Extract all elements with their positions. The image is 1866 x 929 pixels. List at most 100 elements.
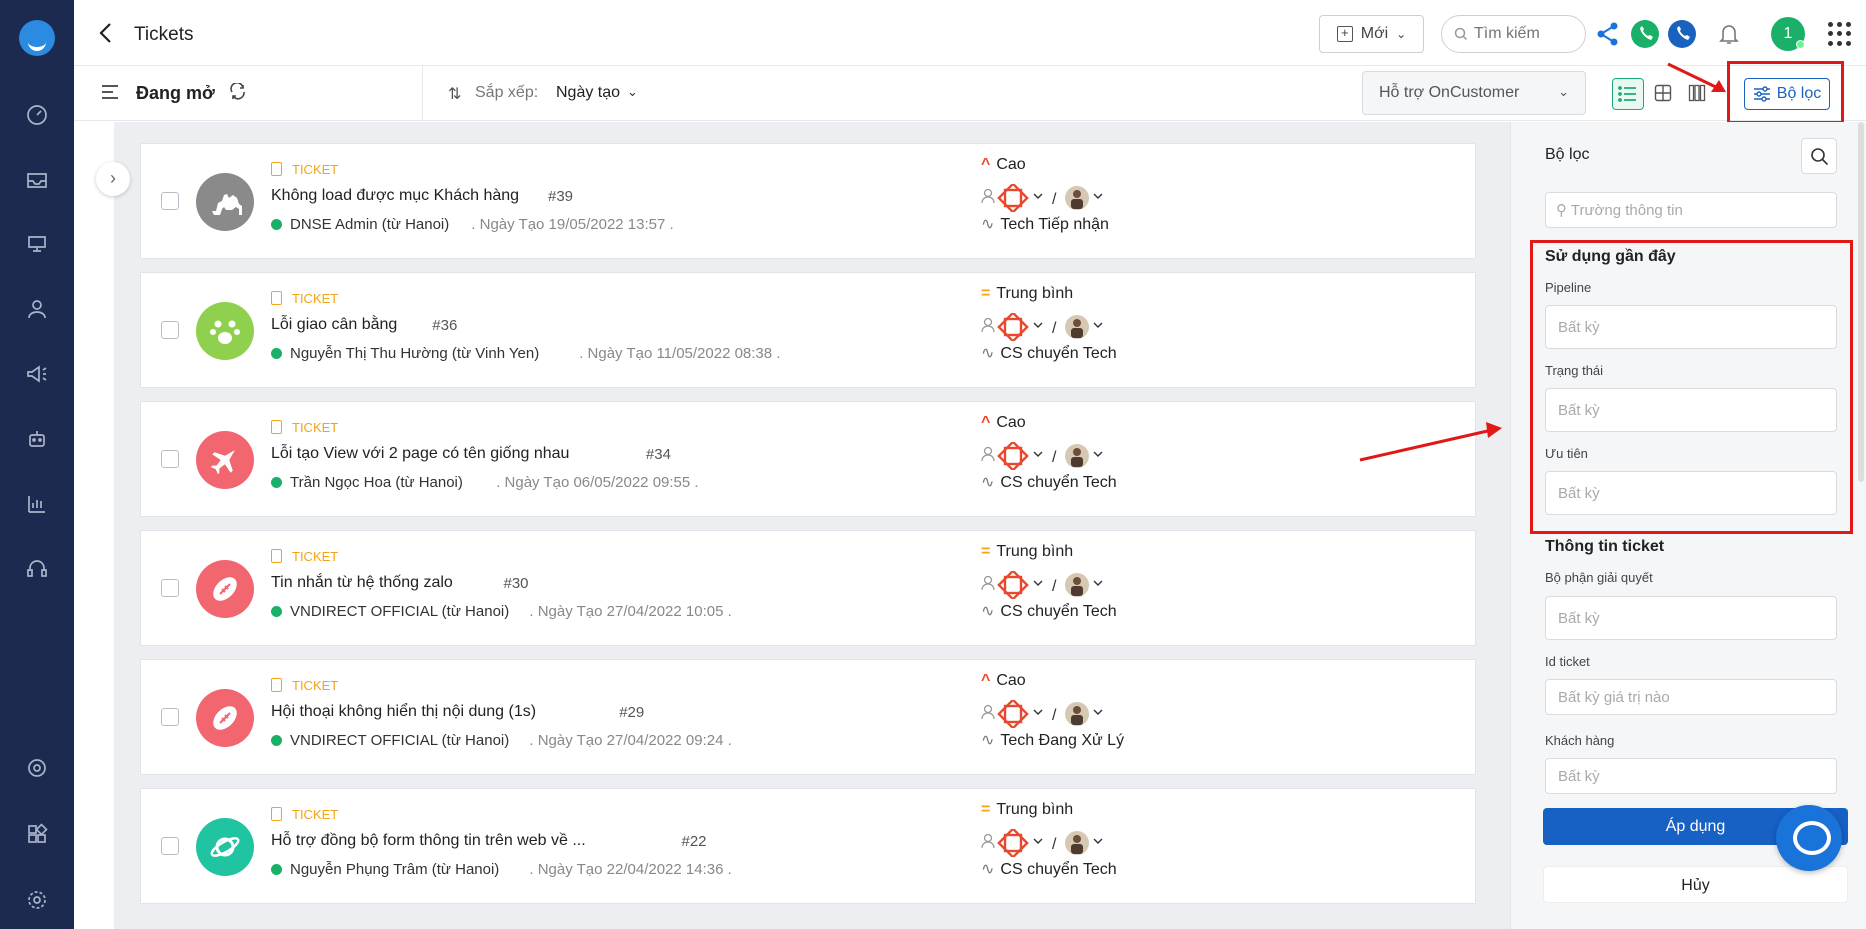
ticket-customer[interactable]: DNSE Admin (từ Hanoi) <box>271 216 449 233</box>
app-launcher-icon[interactable] <box>1828 22 1852 46</box>
tickets-icon[interactable] <box>25 232 49 256</box>
sort-value[interactable]: Ngày tạo <box>556 84 620 102</box>
ticket-card[interactable]: TICKET Lỗi tạo View với 2 page có tên gi… <box>140 401 1476 517</box>
ticket-priority[interactable]: Trung bình <box>981 285 1073 303</box>
chat-widget-icon[interactable] <box>1776 805 1842 871</box>
id-ticket-placeholder: Bất kỳ giá trị nào <box>1558 689 1670 706</box>
contacts-icon[interactable] <box>25 297 49 321</box>
ticket-stage[interactable]: CS chuyển Tech <box>981 859 1116 879</box>
ticket-checkbox[interactable] <box>161 192 179 210</box>
ticket-number: #36 <box>432 317 458 334</box>
back-arrow-icon[interactable] <box>96 22 116 44</box>
ticket-card[interactable]: TICKET Không load được mục Khách hàng #3… <box>140 143 1476 259</box>
search-icon: ⚲ <box>1556 202 1567 219</box>
call-icon[interactable] <box>1631 20 1659 48</box>
ticket-avatar <box>196 818 254 876</box>
share-icon[interactable] <box>1594 20 1622 48</box>
support-icon[interactable] <box>25 557 49 581</box>
ticket-number: #34 <box>645 446 671 463</box>
ticket-stage[interactable]: CS chuyển Tech <box>981 343 1116 363</box>
settings-icon[interactable] <box>25 888 49 912</box>
agent-avatar <box>1065 702 1089 726</box>
ticket-assignment[interactable]: / <box>981 440 1131 472</box>
filter-search-button[interactable] <box>1801 138 1837 174</box>
chevron-down-icon <box>1033 322 1043 328</box>
ticket-customer[interactable]: Trần Ngọc Hoa (từ Hanoi) <box>271 474 463 491</box>
inbox-icon[interactable] <box>25 168 49 192</box>
ticket-type: TICKET <box>271 291 338 306</box>
report-icon[interactable] <box>25 492 49 516</box>
phone-icon[interactable] <box>1668 20 1696 48</box>
ticket-title[interactable]: Tin nhắn từ hệ thống zalo <box>271 574 453 592</box>
field-search-input[interactable]: ⚲ Trường thông tin <box>1545 192 1837 228</box>
ticket-stage[interactable]: CS chuyển Tech <box>981 601 1116 621</box>
ticket-priority[interactable]: Cao <box>981 672 1025 690</box>
view-toolbar: Đang mở ⇅ Sắp xếp: Ngày tạo ⌄ Hỗ trợ OnC… <box>74 66 1866 121</box>
chevron-down-icon: ⌄ <box>1396 27 1407 41</box>
ticket-assignment[interactable]: / <box>981 311 1131 343</box>
ticket-checkbox[interactable] <box>161 450 179 468</box>
chevron-down-icon <box>1033 838 1043 844</box>
integration-icon[interactable] <box>25 756 49 780</box>
ticket-assignment[interactable]: / <box>981 569 1131 601</box>
ticket-checkbox[interactable] <box>161 321 179 339</box>
search-box[interactable] <box>1441 15 1586 53</box>
customer-field[interactable]: Bất kỳ <box>1545 758 1837 794</box>
ticket-customer[interactable]: VNDIRECT OFFICIAL (từ Hanoi) <box>271 603 509 620</box>
user-avatar[interactable]: 1 <box>1771 17 1805 51</box>
new-button[interactable]: + Mới ⌄ <box>1319 15 1424 53</box>
chevron-down-icon <box>1033 709 1043 715</box>
search-icon <box>1811 148 1829 166</box>
ticket-card[interactable]: TICKET Lỗi giao cân bằng #36 Nguyễn Thị … <box>140 272 1476 388</box>
ticket-card[interactable]: TICKET Hội thoại không hiển thị nội dung… <box>140 659 1476 775</box>
chevron-down-icon[interactable]: ⌄ <box>627 84 638 100</box>
menu-icon[interactable] <box>102 85 118 99</box>
apps-icon[interactable] <box>25 822 49 846</box>
search-input[interactable] <box>1474 25 1574 43</box>
sort-icon[interactable]: ⇅ <box>448 84 461 104</box>
ticket-avatar <box>196 689 254 747</box>
app-logo[interactable] <box>19 20 55 56</box>
campaign-icon[interactable] <box>25 362 49 386</box>
ticket-title[interactable]: Hội thoại không hiển thị nội dung (1s) <box>271 703 536 721</box>
bell-icon[interactable] <box>1715 20 1743 48</box>
ticket-stage[interactable]: CS chuyển Tech <box>981 472 1116 492</box>
ticket-avatar <box>196 302 254 360</box>
id-ticket-field[interactable]: Bất kỳ giá trị nào <box>1545 679 1837 715</box>
chevron-down-icon <box>1033 580 1043 586</box>
ticket-assignment[interactable]: / <box>981 698 1131 730</box>
ticket-customer[interactable]: VNDIRECT OFFICIAL (từ Hanoi) <box>271 732 509 749</box>
ticket-customer[interactable]: Nguyễn Phụng Trâm (từ Hanoi) <box>271 861 499 878</box>
ticket-checkbox[interactable] <box>161 837 179 855</box>
ticket-title[interactable]: Lỗi tạo View với 2 page có tên giống nha… <box>271 445 569 463</box>
ticket-card[interactable]: TICKET Hỗ trợ đồng bộ form thông tin trê… <box>140 788 1476 904</box>
ticket-title[interactable]: Lỗi giao cân bằng <box>271 316 397 334</box>
ticket-assignment[interactable]: / <box>981 827 1131 859</box>
list-view-toggle[interactable] <box>1612 78 1644 110</box>
cancel-button[interactable]: Hủy <box>1543 866 1848 903</box>
filter-panel-scrollbar[interactable] <box>1858 122 1864 482</box>
ticket-assignment[interactable]: / <box>981 182 1131 214</box>
ticket-priority[interactable]: Trung bình <box>981 543 1073 561</box>
team-select[interactable]: Hỗ trợ OnCustomer ⌄ <box>1362 71 1586 115</box>
agent-group-icon <box>997 698 1029 730</box>
department-field[interactable]: Bất kỳ <box>1545 596 1837 640</box>
expand-sidebar-button[interactable]: › <box>96 162 130 196</box>
dashboard-icon[interactable] <box>25 103 49 127</box>
ticket-priority[interactable]: Cao <box>981 156 1025 174</box>
ticket-title[interactable]: Không load được mục Khách hàng <box>271 187 519 205</box>
camel-icon <box>212 194 242 215</box>
view-name[interactable]: Đang mở <box>136 83 215 104</box>
ticket-priority[interactable]: Cao <box>981 414 1025 432</box>
ticket-title[interactable]: Hỗ trợ đồng bộ form thông tin trên web v… <box>271 832 586 850</box>
ticket-priority[interactable]: Trung bình <box>981 801 1073 819</box>
ticket-checkbox[interactable] <box>161 708 179 726</box>
ticket-customer[interactable]: Nguyễn Thị Thu Hường (từ Vinh Yen) <box>271 345 539 362</box>
chevron-down-icon <box>1033 451 1043 457</box>
ticket-card[interactable]: TICKET Tin nhắn từ hệ thống zalo #30 VND… <box>140 530 1476 646</box>
bot-icon[interactable] <box>25 427 49 451</box>
ticket-stage[interactable]: Tech Đang Xử Lý <box>981 730 1124 750</box>
ticket-checkbox[interactable] <box>161 579 179 597</box>
ticket-stage[interactable]: Tech Tiếp nhận <box>981 214 1109 234</box>
refresh-icon[interactable] <box>229 82 247 101</box>
